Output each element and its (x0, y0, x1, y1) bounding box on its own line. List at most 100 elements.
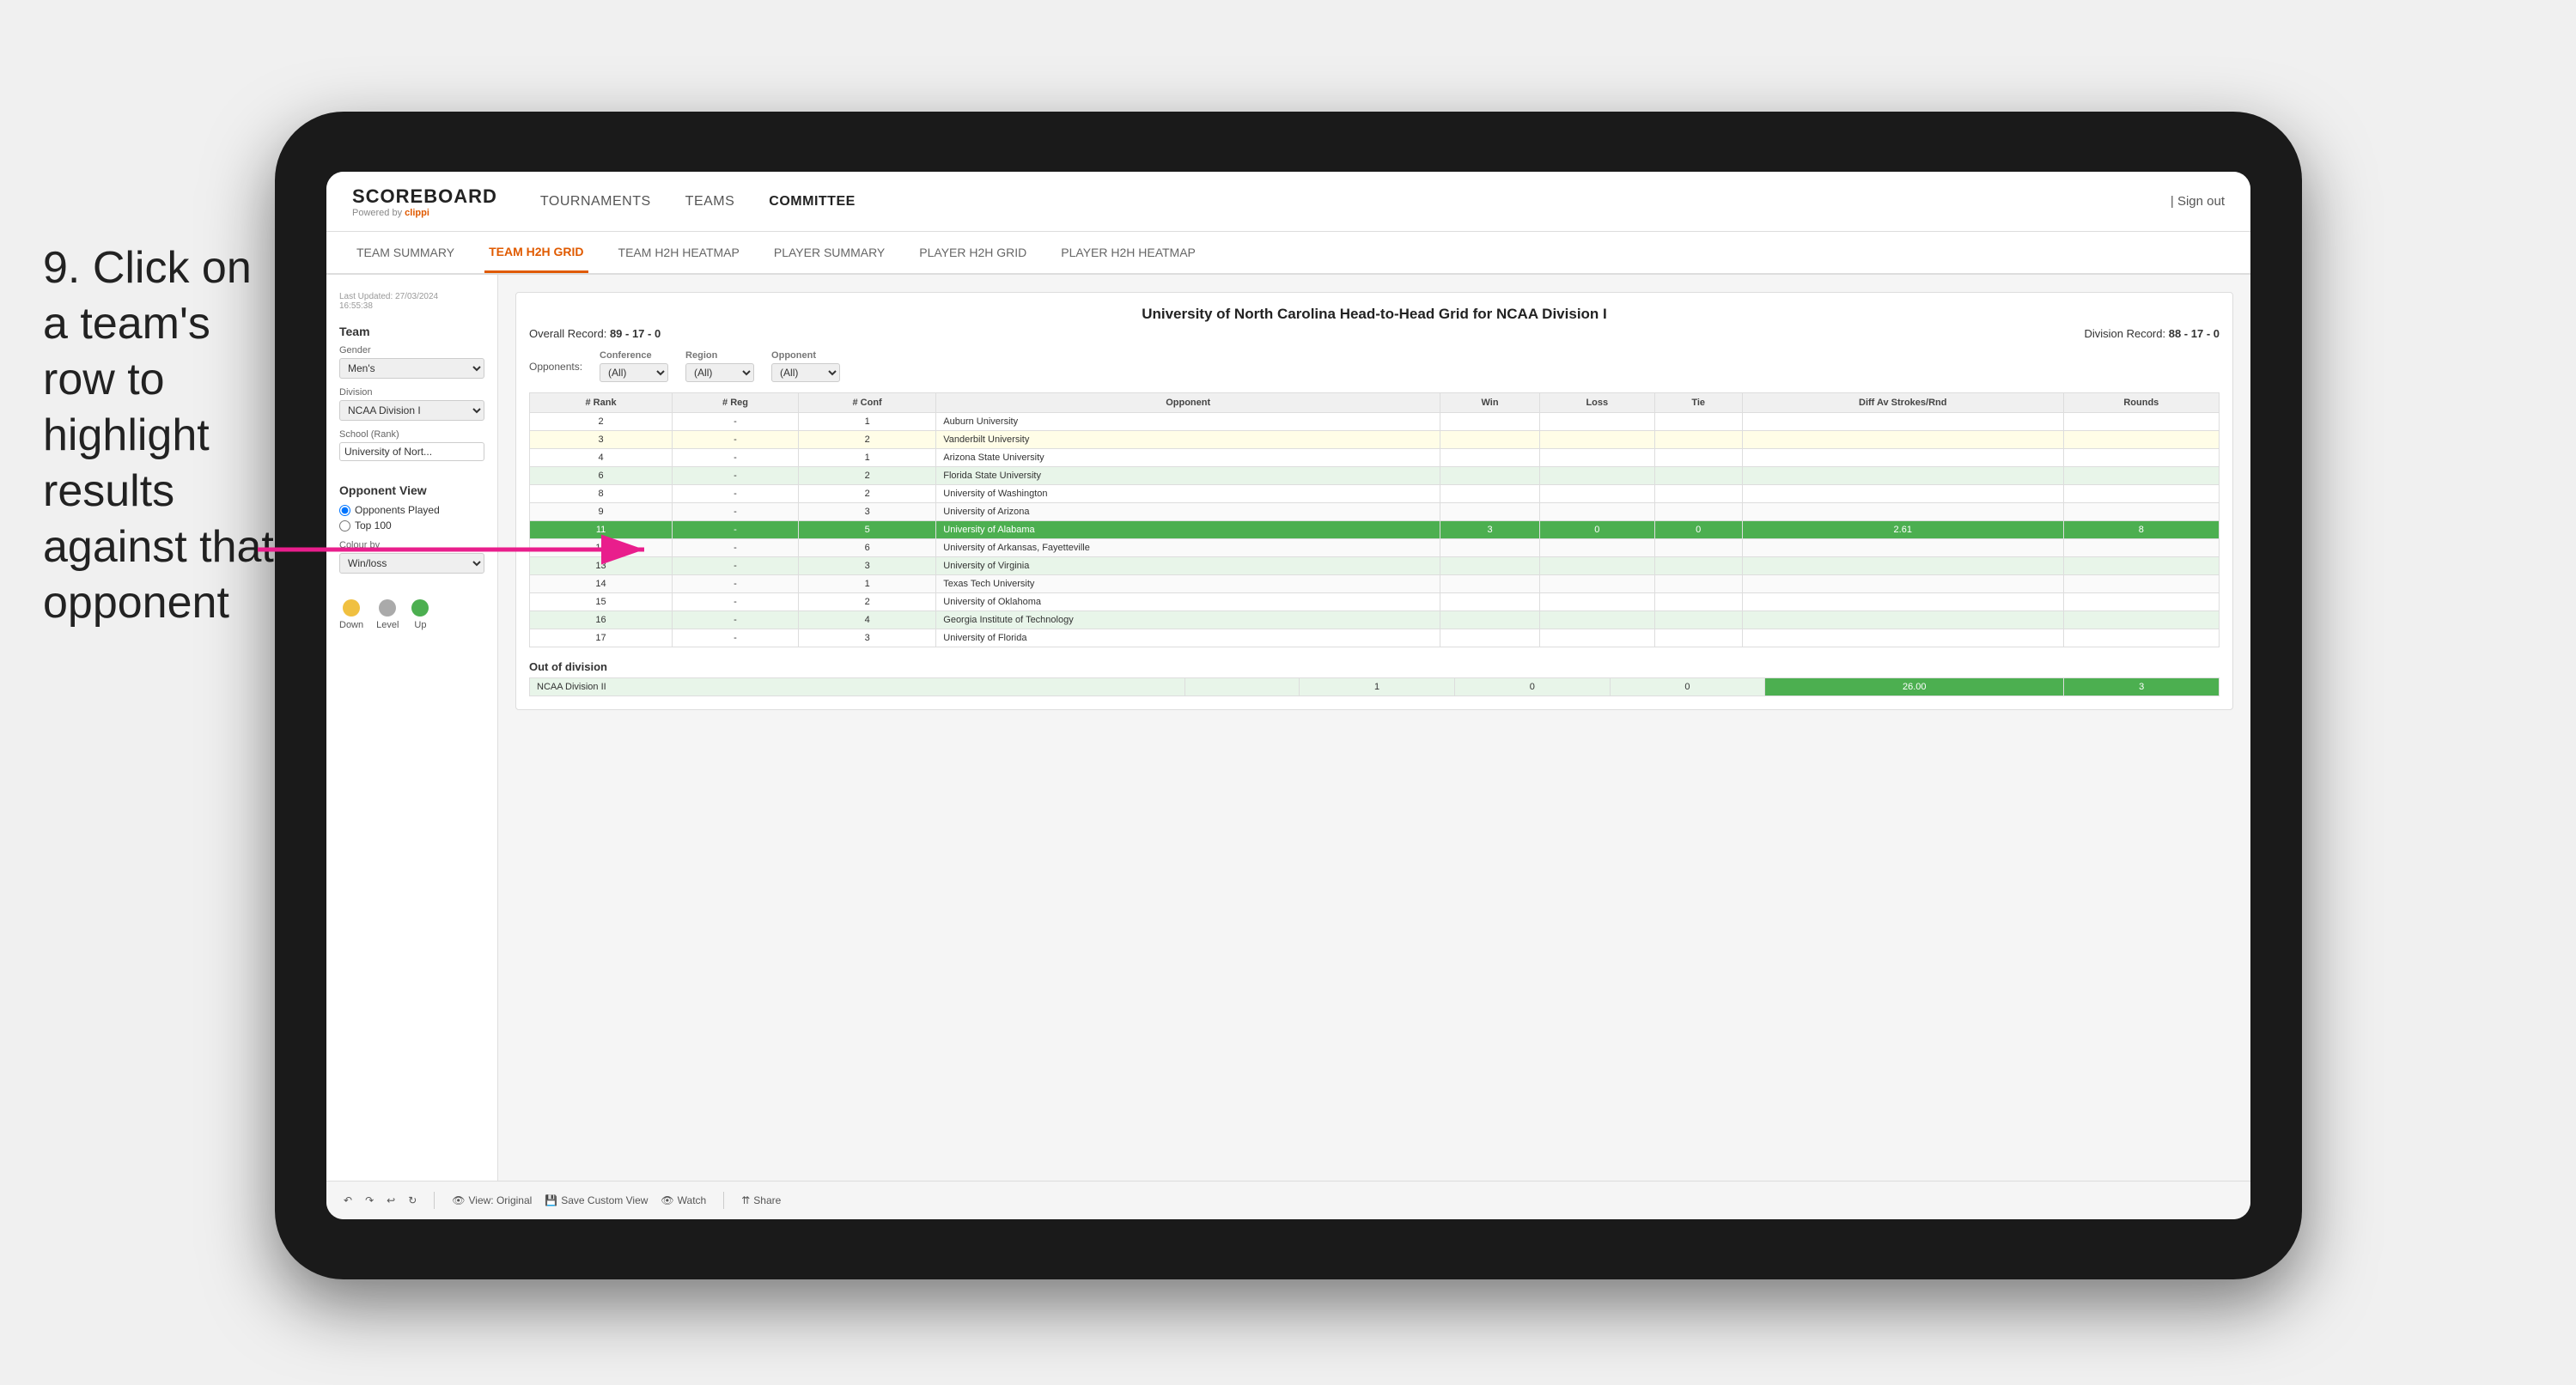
logo-powered: Powered by clippi (352, 208, 497, 218)
sub-nav-player-h2h-heatmap[interactable]: PLAYER H2H HEATMAP (1057, 232, 1200, 273)
opponent-name-cell: University of Virginia (936, 557, 1440, 575)
data-cell (1440, 503, 1540, 521)
data-cell: - (673, 413, 799, 431)
table-row[interactable]: 17-3University of Florida (530, 629, 2220, 647)
conference-select[interactable]: (All) (600, 363, 668, 382)
data-cell (1440, 557, 1540, 575)
data-cell: - (673, 629, 799, 647)
data-cell (1440, 611, 1540, 629)
table-row[interactable]: 15-2University of Oklahoma (530, 593, 2220, 611)
data-cell (1654, 539, 1742, 557)
sub-nav-team-summary[interactable]: TEAM SUMMARY (352, 232, 459, 273)
view-original-button[interactable]: 👁 View: Original (452, 1194, 532, 1206)
toolbar-sep-2 (723, 1192, 724, 1209)
col-opponent: Opponent (936, 393, 1440, 413)
logo-scoreboard: SCOREBOARD (352, 185, 497, 208)
out-of-division-row[interactable]: NCAA Division II 1 0 0 26.00 3 (530, 678, 2220, 696)
data-cell (1742, 485, 2063, 503)
sidebar-school-label: School (Rank) (339, 429, 484, 440)
last-updated: Last Updated: 27/03/2024 16:55:38 (339, 292, 484, 311)
save-icon: 💾 (545, 1194, 557, 1206)
save-custom-view-button[interactable]: 💾 Save Custom View (545, 1194, 648, 1206)
data-cell: - (673, 467, 799, 485)
data-cell (1440, 413, 1540, 431)
data-cell (1540, 593, 1655, 611)
nav-sign-out[interactable]: | Sign out (2171, 194, 2225, 209)
data-cell (2063, 449, 2219, 467)
table-row[interactable]: 6-2Florida State University (530, 467, 2220, 485)
table-row[interactable]: 8-2University of Washington (530, 485, 2220, 503)
data-cell (1540, 503, 1655, 521)
data-cell: 3 (798, 503, 935, 521)
data-cell: 8 (2063, 521, 2219, 539)
data-cell (1654, 575, 1742, 593)
table-row[interactable]: 3-2Vanderbilt University (530, 431, 2220, 449)
share-icon: ⇈ (741, 1194, 750, 1206)
share-button[interactable]: ⇈ Share (741, 1194, 781, 1206)
sub-nav-player-summary[interactable]: PLAYER SUMMARY (770, 232, 889, 273)
opponent-select[interactable]: (All) (771, 363, 840, 382)
main-content: Last Updated: 27/03/2024 16:55:38 Team G… (326, 275, 2250, 1181)
table-row[interactable]: 2-1Auburn University (530, 413, 2220, 431)
sub-nav: TEAM SUMMARY TEAM H2H GRID TEAM H2H HEAT… (326, 232, 2250, 275)
sidebar-school-input[interactable] (339, 442, 484, 461)
region-select[interactable]: (All) (685, 363, 754, 382)
data-cell (1440, 539, 1540, 557)
data-cell: 1 (798, 449, 935, 467)
data-cell: - (673, 431, 799, 449)
data-cell: 3 (798, 629, 935, 647)
data-cell (2063, 593, 2219, 611)
nav-bar: SCOREBOARD Powered by clippi TOURNAMENTS… (326, 172, 2250, 232)
table-row[interactable]: 12-6University of Arkansas, Fayetteville (530, 539, 2220, 557)
data-cell: 8 (530, 485, 673, 503)
data-cell: 2 (798, 593, 935, 611)
data-cell (2063, 467, 2219, 485)
data-cell (2063, 413, 2219, 431)
sidebar-gender-select[interactable]: Men's (339, 358, 484, 379)
data-cell (2063, 503, 2219, 521)
table-row[interactable]: 13-3University of Virginia (530, 557, 2220, 575)
table-row[interactable]: 11-5University of Alabama3002.618 (530, 521, 2220, 539)
data-cell (1742, 431, 2063, 449)
opponent-name-cell: Florida State University (936, 467, 1440, 485)
data-cell: - (673, 503, 799, 521)
back-button[interactable]: ↩ (387, 1194, 395, 1206)
data-cell: 3 (530, 431, 673, 449)
nav-committee[interactable]: COMMITTEE (769, 194, 856, 210)
nav-teams[interactable]: TEAMS (685, 194, 735, 210)
sidebar-division-select[interactable]: NCAA Division I (339, 400, 484, 421)
opponent-name-cell: University of Washington (936, 485, 1440, 503)
sub-nav-team-h2h-heatmap[interactable]: TEAM H2H HEATMAP (614, 232, 744, 273)
watch-button[interactable]: 👁 Watch (661, 1194, 706, 1206)
col-rank: # Rank (530, 393, 673, 413)
opponent-name-cell: Texas Tech University (936, 575, 1440, 593)
sidebar-radio-top-100[interactable]: Top 100 (339, 519, 484, 532)
data-cell: 1 (798, 575, 935, 593)
data-cell: - (673, 485, 799, 503)
redo-button[interactable]: ↷ (365, 1194, 374, 1206)
undo-button[interactable]: ↶ (344, 1194, 352, 1206)
nav-tournaments[interactable]: TOURNAMENTS (540, 194, 651, 210)
table-row[interactable]: 9-3University of Arizona (530, 503, 2220, 521)
out-div-loss: 0 (1454, 678, 1610, 696)
data-cell: 2 (798, 431, 935, 449)
sidebar-radio-opponents-played[interactable]: Opponents Played (339, 504, 484, 516)
table-row[interactable]: 16-4Georgia Institute of Technology (530, 611, 2220, 629)
grid-records: Overall Record: 89 - 17 - 0 Division Rec… (529, 327, 2220, 340)
out-div-spacer (1185, 678, 1300, 696)
table-row[interactable]: 14-1Texas Tech University (530, 575, 2220, 593)
data-cell: 11 (530, 521, 673, 539)
data-cell: 3 (798, 557, 935, 575)
sub-nav-player-h2h-grid[interactable]: PLAYER H2H GRID (915, 232, 1031, 273)
refresh-button[interactable]: ↻ (408, 1194, 417, 1206)
out-div-diff: 26.00 (1765, 678, 2064, 696)
data-cell: 4 (530, 449, 673, 467)
data-cell (1742, 539, 2063, 557)
table-row[interactable]: 4-1Arizona State University (530, 449, 2220, 467)
data-cell: 2 (798, 485, 935, 503)
col-diff: Diff Av Strokes/Rnd (1742, 393, 2063, 413)
data-cell: 6 (798, 539, 935, 557)
sidebar-colour-by-select[interactable]: Win/loss (339, 553, 484, 574)
data-cell: 0 (1540, 521, 1655, 539)
sub-nav-team-h2h-grid[interactable]: TEAM H2H GRID (484, 232, 588, 273)
